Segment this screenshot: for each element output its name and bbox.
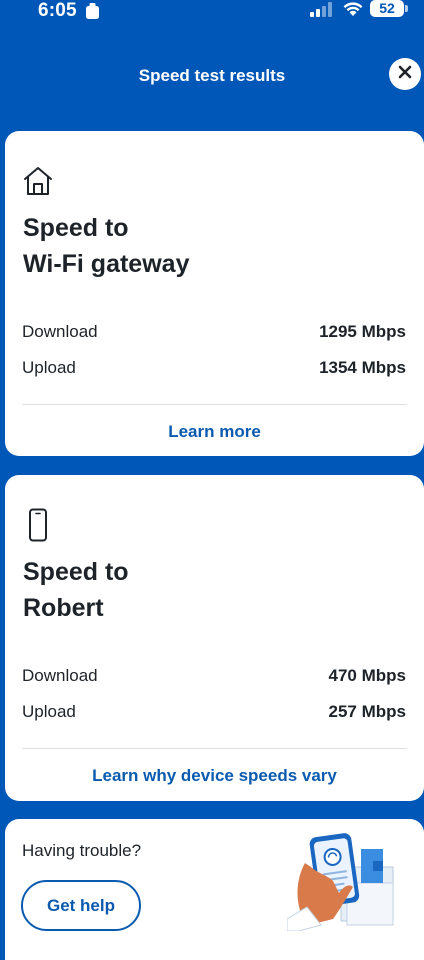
having-trouble-text: Having trouble? — [22, 841, 142, 860]
device-speed-card: Speed to Robert Download 470 Mbps Upload… — [5, 475, 424, 801]
gateway-title-line2: Wi-Fi gateway — [23, 250, 190, 278]
divider — [22, 404, 407, 405]
download-value: 470 Mbps — [328, 666, 406, 685]
status-bar: 6:05 52 — [0, 0, 424, 24]
download-label: Download — [22, 322, 98, 341]
battery-nub — [405, 5, 408, 12]
page-title: Speed test results — [138, 66, 286, 85]
get-help-button[interactable]: Get help — [21, 880, 141, 931]
gateway-card-title: Speed to Wi-Fi gateway — [23, 210, 383, 282]
home-icon — [21, 164, 55, 203]
close-icon — [398, 65, 412, 84]
device-title-line1: Speed to — [23, 558, 129, 586]
battery-indicator: 52 — [370, 0, 404, 17]
upload-value: 257 Mbps — [328, 702, 406, 721]
focus-lock-icon — [86, 3, 99, 24]
upload-value: 1354 Mbps — [319, 358, 406, 377]
cellular-signal-icon — [310, 2, 334, 22]
learn-more-link[interactable]: Learn more — [5, 422, 424, 442]
status-time: 6:05 — [38, 0, 77, 21]
wifi-icon — [342, 0, 364, 22]
upload-label: Upload — [22, 358, 76, 377]
close-button[interactable] — [389, 58, 421, 90]
gateway-title-line1: Speed to — [23, 214, 129, 242]
device-title-line2: Robert — [23, 594, 104, 622]
divider — [22, 748, 407, 749]
phone-support-illustration — [286, 827, 415, 936]
device-card-title: Speed to Robert — [23, 554, 383, 626]
download-value: 1295 Mbps — [319, 322, 406, 341]
help-card: Having trouble? Get help — [5, 819, 424, 960]
upload-label: Upload — [22, 702, 76, 721]
gateway-speed-card: Speed to Wi-Fi gateway Download 1295 Mbp… — [5, 131, 424, 456]
device-speeds-link[interactable]: Learn why device speeds vary — [5, 766, 424, 786]
phone-icon — [21, 508, 55, 547]
download-label: Download — [22, 666, 98, 685]
